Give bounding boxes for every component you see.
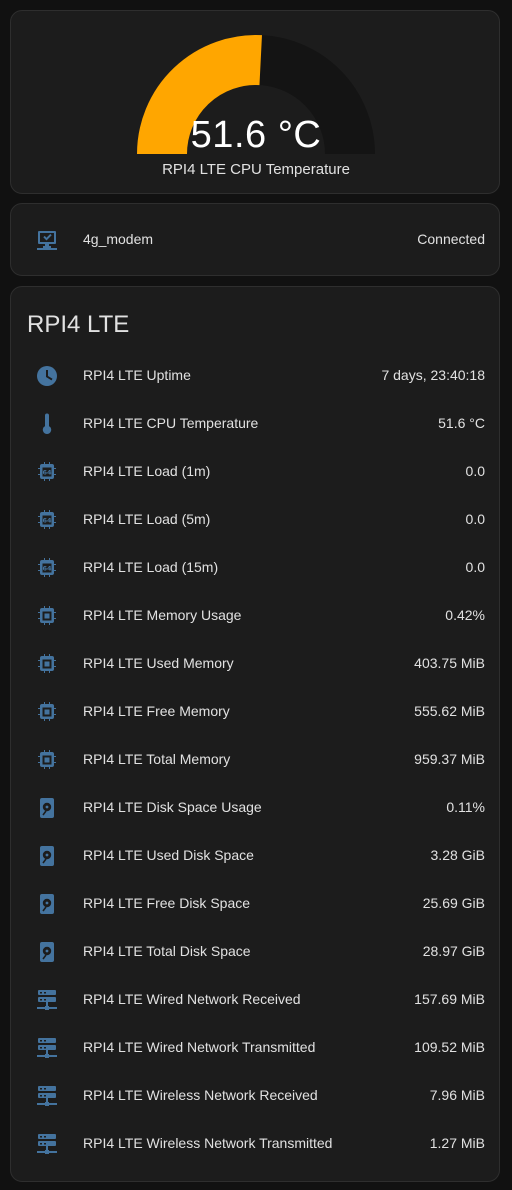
entity-row[interactable]: RPI4 LTE CPU Temperature 51.6 °C [11, 404, 501, 444]
entity-name: RPI4 LTE Memory Usage [83, 607, 242, 623]
entity-row[interactable]: RPI4 LTE Wireless Network Received 7.96 M… [11, 1076, 501, 1116]
card-title: RPI4 LTE [27, 311, 130, 338]
svg-text:64: 64 [42, 469, 52, 477]
entity-row[interactable]: RPI4 LTE Total Memory 959.37 MiB [11, 740, 501, 780]
thermometer-icon [35, 412, 59, 436]
entity-row[interactable]: RPI4 LTE Wireless Network Transmitted 1.2… [11, 1124, 501, 1164]
entity-row[interactable]: RPI4 LTE Used Disk Space 3.28 GiB [11, 836, 501, 876]
entity-name: RPI4 LTE Total Disk Space [83, 943, 251, 959]
gauge-card[interactable]: 51.6 °C RPI4 LTE CPU Temperature [10, 10, 500, 194]
entity-state: 28.97 GiB [422, 943, 485, 959]
entity-name: RPI4 LTE CPU Temperature [83, 415, 259, 431]
entity-name: RPI4 LTE Used Disk Space [83, 847, 254, 863]
entity-name: RPI4 LTE Disk Space Usage [83, 799, 262, 815]
entity-row[interactable]: RPI4 LTE Disk Space Usage 0.11% [11, 788, 501, 828]
modem-status: Connected [417, 231, 485, 247]
harddisk-icon [35, 892, 59, 916]
modem-row[interactable]: 4g_modem Connected [11, 220, 501, 260]
harddisk-icon [35, 940, 59, 964]
memory-chip-icon [35, 652, 59, 676]
server-network-icon [35, 1084, 59, 1108]
harddisk-icon [35, 844, 59, 868]
entity-state: 157.69 MiB [414, 991, 485, 1007]
entity-state: 0.0 [465, 511, 485, 527]
entity-state: 0.11% [446, 799, 485, 815]
entity-state: 403.75 MiB [414, 655, 485, 671]
memory-chip-icon [35, 748, 59, 772]
entity-row[interactable]: RPI4 LTE Memory Usage 0.42% [11, 596, 501, 636]
svg-text:64: 64 [42, 565, 52, 573]
entity-row[interactable]: RPI4 LTE Free Memory 555.62 MiB [11, 692, 501, 732]
entity-state: 51.6 °C [438, 415, 485, 431]
memory-chip-icon [35, 700, 59, 724]
entity-state: 0.0 [465, 463, 485, 479]
memory-chip-icon [35, 604, 59, 628]
entity-state: 7 days, 23:40:18 [381, 367, 485, 383]
entity-name: RPI4 LTE Free Disk Space [83, 895, 251, 911]
entity-state: 959.37 MiB [414, 751, 485, 767]
cpu-64-icon: 64 [35, 460, 59, 484]
svg-text:64: 64 [42, 517, 52, 525]
entity-name: RPI4 LTE Wired Network Transmitted [83, 1039, 316, 1055]
server-network-icon [35, 988, 59, 1012]
entity-row[interactable]: RPI4 LTE Total Disk Space 28.97 GiB [11, 932, 501, 972]
entity-name: RPI4 LTE Used Memory [83, 655, 234, 671]
entity-row[interactable]: RPI4 LTE Used Memory 403.75 MiB [11, 644, 501, 684]
server-network-icon [35, 1132, 59, 1156]
entity-state: 7.96 MiB [429, 1087, 485, 1103]
entity-name: RPI4 LTE Load (1m) [83, 463, 211, 479]
entity-row[interactable]: RPI4 LTE Wired Network Received 157.69 Mi… [11, 980, 501, 1020]
entity-row[interactable]: 64 RPI4 LTE Load (1m) 0.0 [11, 452, 501, 492]
clock-icon [35, 364, 59, 388]
system-entities-card: RPI4 LTE RPI4 LTE Uptime 7 days, 23:40:18… [10, 286, 500, 1182]
entity-row[interactable]: RPI4 LTE Uptime 7 days, 23:40:18 [11, 356, 501, 396]
entity-state: 0.0 [465, 559, 485, 575]
entity-name: RPI4 LTE Wireless Network Transmitted [83, 1135, 333, 1151]
entity-state: 109.52 MiB [414, 1039, 485, 1055]
entity-state: 0.42% [445, 607, 485, 623]
modem-card: 4g_modem Connected [10, 203, 500, 276]
entity-row[interactable]: RPI4 LTE Wired Network Transmitted 109.52… [11, 1028, 501, 1068]
modem-name: 4g_modem [83, 231, 154, 247]
entity-name: RPI4 LTE Wireless Network Received [83, 1087, 318, 1103]
entity-state: 555.62 MiB [414, 703, 485, 719]
cpu-64-icon: 64 [35, 508, 59, 532]
gauge-value: 51.6 °C [190, 114, 322, 156]
entity-name: RPI4 LTE Total Memory [83, 751, 231, 767]
entity-state: 25.69 GiB [422, 895, 485, 911]
entity-state: 1.27 MiB [429, 1135, 485, 1151]
server-network-icon [35, 1036, 59, 1060]
entity-name: RPI4 LTE Uptime [83, 367, 191, 383]
entity-row[interactable]: RPI4 LTE Free Disk Space 25.69 GiB [11, 884, 501, 924]
entity-name: RPI4 LTE Wired Network Received [83, 991, 301, 1007]
monitor-check-icon [35, 228, 59, 252]
entity-name: RPI4 LTE Free Memory [83, 703, 230, 719]
entity-row[interactable]: 64 RPI4 LTE Load (5m) 0.0 [11, 500, 501, 540]
entity-name: RPI4 LTE Load (15m) [83, 559, 219, 575]
gauge-name: RPI4 LTE CPU Temperature [162, 161, 350, 178]
entity-name: RPI4 LTE Load (5m) [83, 511, 211, 527]
entity-row[interactable]: 64 RPI4 LTE Load (15m) 0.0 [11, 548, 501, 588]
cpu-64-icon: 64 [35, 556, 59, 580]
harddisk-icon [35, 796, 59, 820]
entity-state: 3.28 GiB [430, 847, 485, 863]
